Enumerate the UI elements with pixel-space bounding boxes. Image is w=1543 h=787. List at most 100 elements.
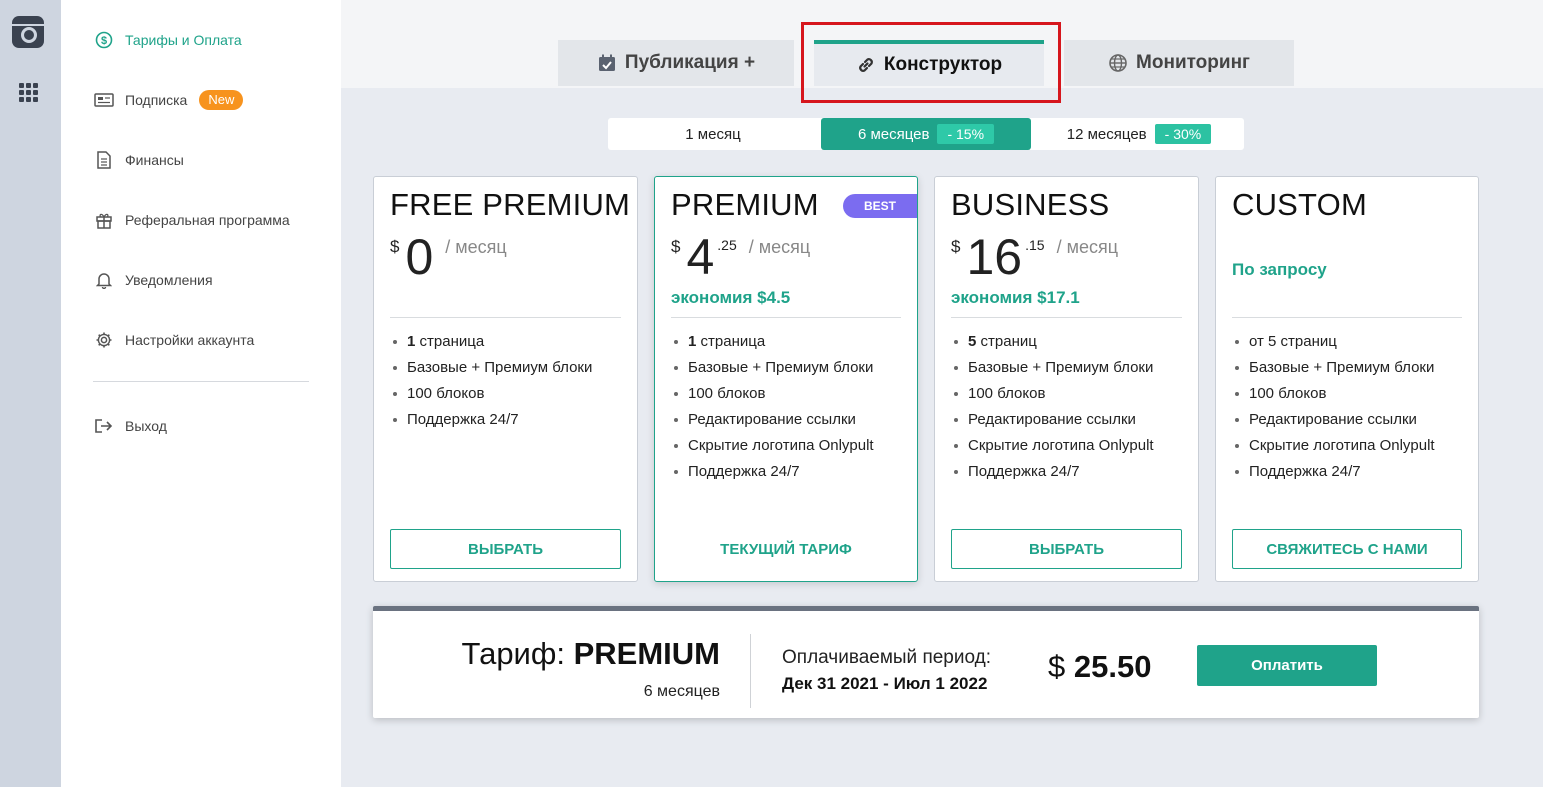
feature-list: 1 страница Базовые + Премиум блоки 100 бло… <box>390 329 592 433</box>
feature-item: Базовые + Премиум блоки <box>1232 355 1435 381</box>
tab-constructor[interactable]: Конструктор <box>814 40 1044 86</box>
svg-text:$: $ <box>101 35 107 47</box>
plan-price: $ 16 .15 / месяц <box>951 231 1118 285</box>
discount-badge: - 30% <box>1154 124 1212 144</box>
summary-total: $ 25.50 <box>1048 649 1151 685</box>
calendar-check-icon <box>598 54 615 71</box>
plan-name: BUSINESS <box>951 187 1110 222</box>
choose-plan-button[interactable]: ВЫБРАТЬ <box>951 529 1182 569</box>
period-label: 1 месяц <box>685 125 741 143</box>
feature-list: 1 страница Базовые + Премиум блоки 100 бло… <box>671 329 874 485</box>
card-divider <box>1232 317 1462 318</box>
feature-item: 100 блоков <box>1232 381 1435 407</box>
sidebar-item-label: Уведомления <box>125 272 213 288</box>
tab-label: Конструктор <box>883 54 1003 75</box>
discount-badge: - 15% <box>937 124 995 144</box>
summary-months: 6 месяцев <box>643 683 720 700</box>
sidebar-item-tariffs[interactable]: $ Тарифы и Оплата <box>93 28 242 52</box>
feature-item: 100 блоков <box>671 381 874 407</box>
current-plan-label: ТЕКУЩИЙ ТАРИФ <box>671 529 901 569</box>
instagram-logo-icon[interactable] <box>12 16 44 48</box>
sidebar-item-label: Реферальная программа <box>125 212 290 228</box>
plan-name: FREE PREMIUM <box>390 187 631 222</box>
price-period: / месяц <box>445 237 507 257</box>
sidebar-item-label: Финансы <box>125 152 184 168</box>
sidebar-item-finance[interactable]: Финансы <box>93 148 184 172</box>
savings-text: экономия $4.5 <box>671 288 791 307</box>
price-integer: 4 <box>686 229 715 285</box>
feature-item: 1 страница <box>390 329 592 355</box>
feature-item: Скрытие логотипа Onlypult <box>951 433 1154 459</box>
plan-price: $ 0 / месяц <box>390 231 507 285</box>
period-12-months[interactable]: 12 месяцев - 30% <box>1034 118 1244 150</box>
sidebar-item-referral[interactable]: Реферальная программа <box>93 208 290 232</box>
app-rail <box>0 0 61 787</box>
summary-plan-prefix: Тариф: <box>461 636 574 671</box>
contact-us-button[interactable]: СВЯЖИТЕСЬ С НАМИ <box>1232 529 1462 569</box>
feature-item: Поддержка 24/7 <box>390 407 592 433</box>
total-amount: 25.50 <box>1073 649 1152 684</box>
gift-icon <box>93 209 115 231</box>
feature-item: Базовые + Премиум блоки <box>951 355 1154 381</box>
feature-item: Скрытие логотипа Onlypult <box>671 433 874 459</box>
price-cents: .15 <box>1025 237 1045 253</box>
apps-grid-icon[interactable] <box>19 83 38 102</box>
feature-item: Скрытие логотипа Onlypult <box>1232 433 1435 459</box>
billing-period-label: Оплачиваемый период: <box>782 647 991 668</box>
savings-text: экономия $17.1 <box>951 288 1080 307</box>
feature-item: 1 страница <box>671 329 874 355</box>
feature-item: от 5 страниц <box>1232 329 1435 355</box>
sidebar-item-account-settings[interactable]: Настройки аккаунта <box>93 328 254 352</box>
feature-item: Поддержка 24/7 <box>1232 459 1435 485</box>
period-6-months[interactable]: 6 месяцев - 15% <box>821 118 1031 150</box>
feature-item: Поддержка 24/7 <box>951 459 1154 485</box>
price-currency: $ <box>390 237 400 256</box>
globe-icon <box>1109 54 1127 72</box>
sidebar-item-subscription[interactable]: Подписка New <box>93 88 244 112</box>
plan-price: $ 4 .25 / месяц <box>671 231 810 285</box>
feature-item: 100 блоков <box>390 381 592 407</box>
tab-label: Публикация + <box>624 52 756 73</box>
sidebar-item-label: Подписка <box>125 92 188 108</box>
document-icon <box>93 149 115 171</box>
feature-item: Базовые + Премиум блоки <box>671 355 874 381</box>
feature-item: Редактирование ссылки <box>671 407 874 433</box>
price-cents: .25 <box>717 237 737 253</box>
feature-item: 100 блоков <box>951 381 1154 407</box>
pay-button[interactable]: Оплатить <box>1197 645 1377 686</box>
plan-card-business: BUSINESS $ 16 .15 / месяц экономия $17.1… <box>934 176 1199 582</box>
feature-item: 5 страниц <box>951 329 1154 355</box>
tab-publication[interactable]: Публикация + <box>558 40 794 86</box>
logout-link[interactable]: Выход <box>93 414 167 438</box>
price-currency: $ <box>671 237 681 256</box>
plan-card-custom: CUSTOM По запросу от 5 страниц Базовые + … <box>1215 176 1479 582</box>
period-1-month[interactable]: 1 месяц <box>608 118 818 150</box>
feature-list: 5 страниц Базовые + Премиум блоки 100 блок… <box>951 329 1154 485</box>
feature-item: Поддержка 24/7 <box>671 459 874 485</box>
total-currency: $ <box>1048 649 1066 684</box>
dollar-circle-icon: $ <box>93 29 115 51</box>
sidebar-divider <box>93 381 309 382</box>
feature-list: от 5 страниц Базовые + Премиум блоки 100 б… <box>1232 329 1435 485</box>
summary-plan: Тариф: PREMIUM <box>462 636 720 672</box>
best-badge: BEST <box>843 194 917 218</box>
sidebar-item-notifications[interactable]: Уведомления <box>93 268 213 292</box>
plan-name: CUSTOM <box>1232 187 1367 222</box>
on-request-text: По запросу <box>1232 260 1327 279</box>
price-period: / месяц <box>1056 237 1119 257</box>
sidebar-item-label: Тарифы и Оплата <box>125 32 242 48</box>
price-period: / месяц <box>748 237 811 257</box>
choose-plan-button[interactable]: ВЫБРАТЬ <box>390 529 621 569</box>
feature-item: Базовые + Премиум блоки <box>390 355 592 381</box>
link-icon <box>858 58 873 72</box>
gear-icon <box>93 329 115 351</box>
summary-plan-name: PREMIUM <box>573 636 720 671</box>
plan-name: PREMIUM <box>671 187 819 222</box>
card-divider <box>671 317 901 318</box>
tab-monitoring[interactable]: Мониторинг <box>1064 40 1294 86</box>
order-summary: Тариф: PREMIUM 6 месяцев Оплачиваемый пе… <box>373 606 1479 718</box>
price-integer: 0 <box>405 229 434 285</box>
feature-item: Редактирование ссылки <box>951 407 1154 433</box>
plan-card-free-premium: FREE PREMIUM $ 0 / месяц 1 страница Базов… <box>373 176 638 582</box>
sidebar-item-label: Настройки аккаунта <box>125 332 255 348</box>
